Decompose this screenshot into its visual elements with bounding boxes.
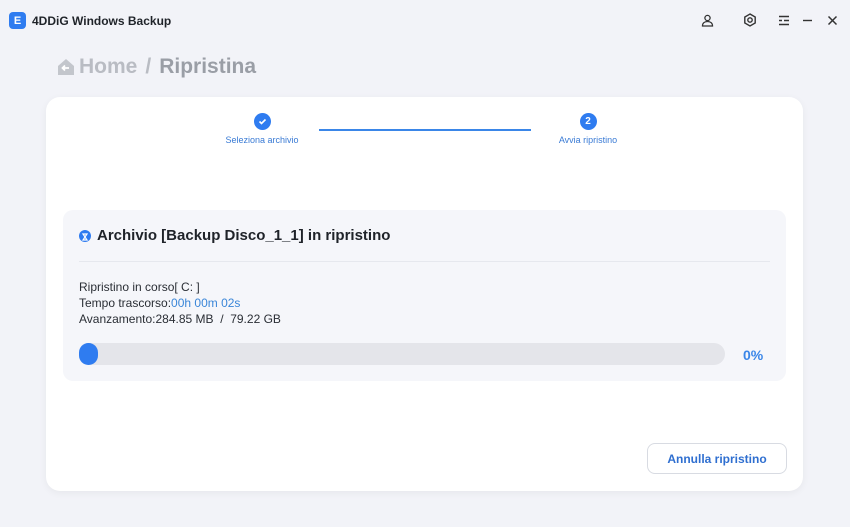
step-label: Avvia ripristino (558, 135, 618, 145)
step-start-restore: 2 Avvia ripristino (546, 113, 630, 145)
panel-title: Archivio [Backup Disco_1_1] in ripristin… (97, 227, 391, 244)
cancel-restore-button[interactable]: Annulla ripristino (647, 443, 787, 474)
menu-icon (779, 15, 789, 25)
step-select-archive: Seleziona archivio (216, 113, 308, 145)
progress-value: 284.85 MB / 79.22 GB (155, 312, 281, 326)
breadcrumb-separator: / (145, 55, 152, 78)
progress-label: Avanzamento: (79, 312, 156, 326)
breadcrumb: Home / Ripristina (56, 55, 256, 79)
elapsed-row: Tempo trascorso:00h 00m 02s (79, 295, 281, 311)
progress-bar (79, 343, 725, 365)
progress-row: Avanzamento:284.85 MB / 79.22 GB (79, 311, 281, 327)
minimize-button[interactable] (797, 10, 817, 30)
close-icon (827, 15, 837, 25)
user-icon (701, 14, 713, 27)
hourglass-icon (79, 230, 91, 242)
restore-progress-panel: Archivio [Backup Disco_1_1] in ripristin… (63, 210, 786, 381)
progress-fill (79, 343, 98, 365)
account-button[interactable] (697, 10, 717, 30)
app-title: 4DDiG Windows Backup (32, 14, 172, 28)
elapsed-value: 00h 00m 02s (171, 296, 241, 310)
title-bar: E 4DDiG Windows Backup (0, 0, 850, 40)
settings-button[interactable] (740, 10, 760, 30)
restore-card: Seleziona archivio 2 Avvia ripristino Ar… (46, 97, 803, 491)
home-link[interactable]: Home (56, 55, 137, 79)
back-home-icon (58, 59, 74, 75)
progress-percent: 0% (743, 347, 764, 363)
menu-button[interactable] (774, 10, 794, 30)
breadcrumb-current: Ripristina (159, 55, 257, 78)
step-label: Seleziona archivio (225, 135, 299, 145)
elapsed-label: Tempo trascorso: (79, 296, 172, 310)
close-button[interactable] (822, 10, 842, 30)
gear-icon (744, 13, 756, 27)
step-number: 2 (579, 113, 597, 130)
breadcrumb-home: Home (79, 55, 138, 78)
minimize-icon (802, 19, 812, 21)
check-icon (253, 113, 271, 130)
step-connector (319, 129, 531, 131)
restore-info: Ripristino in corso[ C: ] Tempo trascors… (79, 279, 281, 327)
status-text: Ripristino in corso[ C: ] (79, 280, 200, 294)
app-logo-icon: E (9, 12, 26, 29)
divider (79, 261, 770, 262)
